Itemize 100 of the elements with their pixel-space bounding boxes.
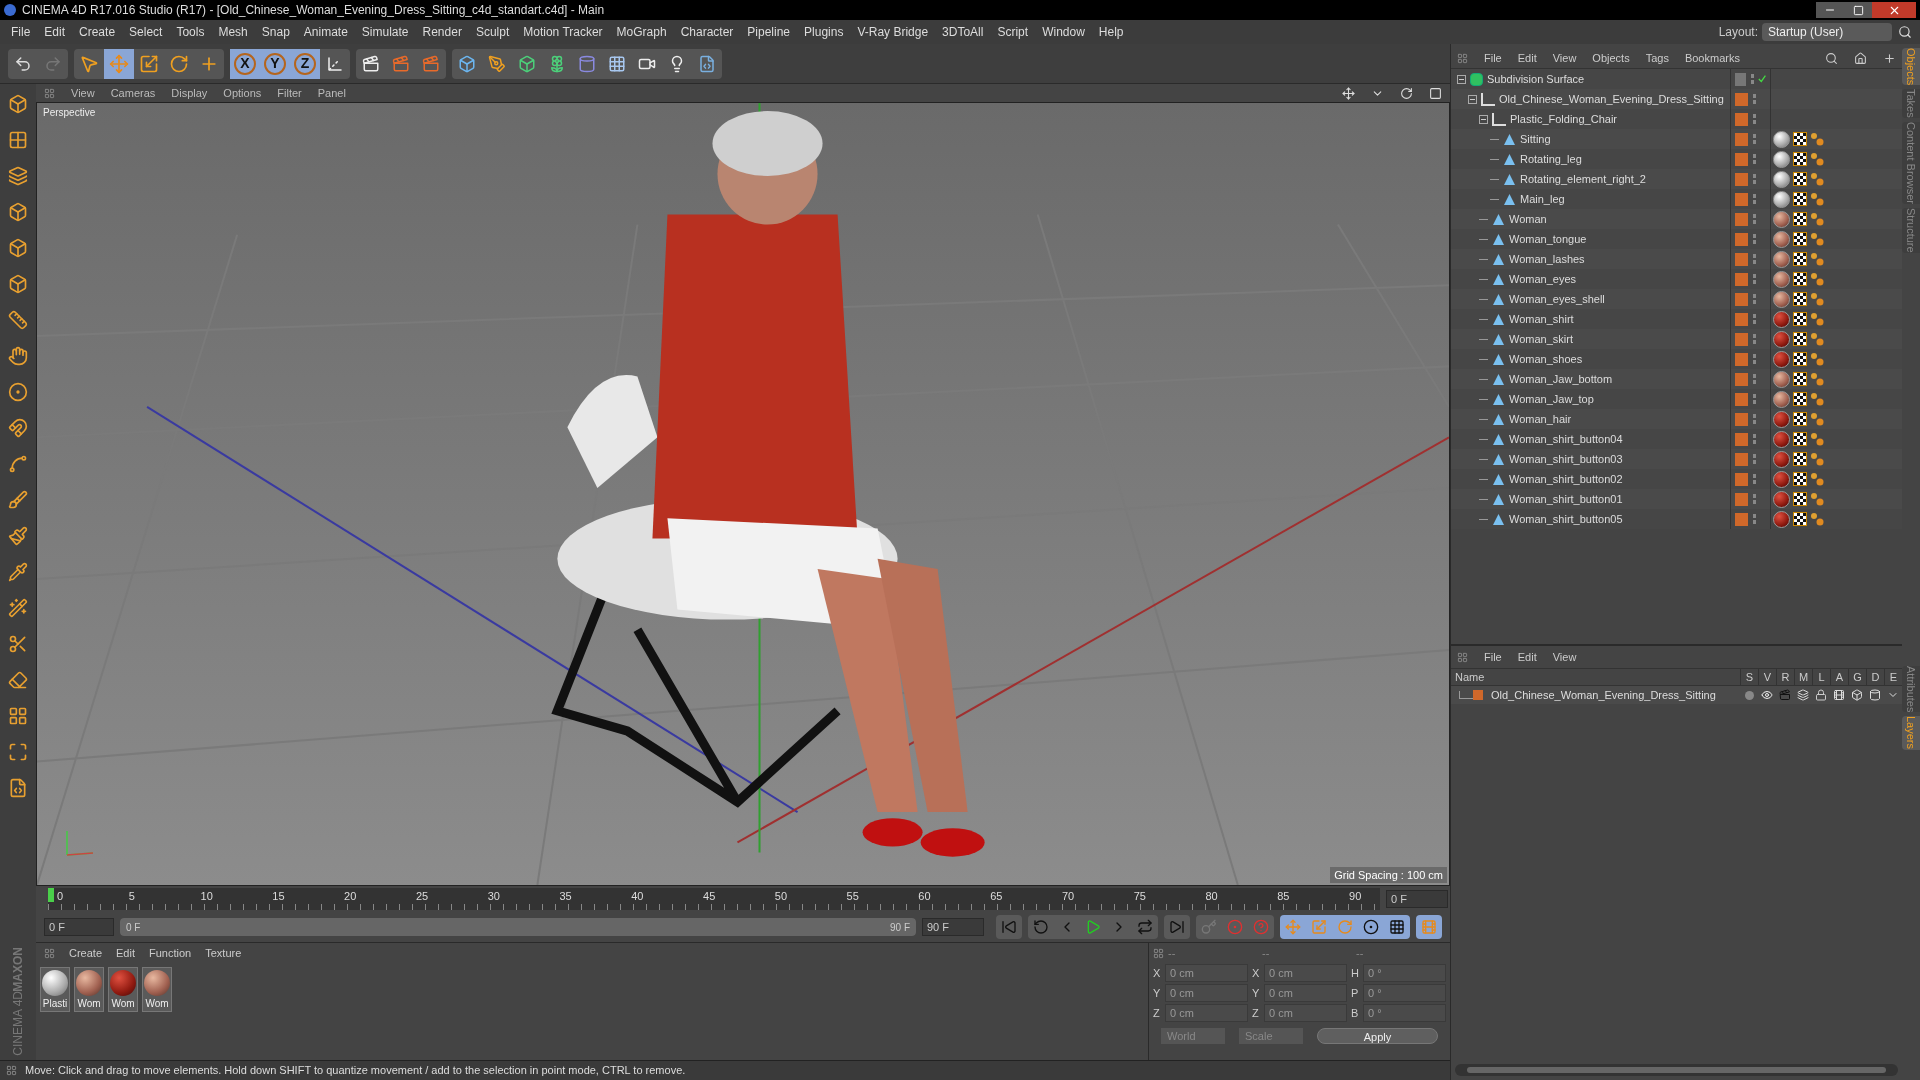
move-tool-button[interactable] — [104, 48, 134, 79]
material-swatch[interactable]: Wom — [142, 967, 172, 1012]
object-name[interactable]: Main_leg — [1520, 190, 1565, 208]
menu-item[interactable]: File — [4, 23, 38, 41]
menu-item[interactable]: Snap — [254, 23, 297, 41]
manager-icon[interactable] — [1794, 689, 1812, 701]
object-menu-item[interactable]: Edit — [1517, 49, 1537, 67]
search-icon[interactable] — [1898, 25, 1912, 39]
menu-item[interactable]: Character — [673, 23, 741, 41]
visibility-dots-icon[interactable] — [1752, 313, 1757, 325]
axis-lock-button[interactable]: Z — [290, 48, 320, 79]
layer-color-icon[interactable] — [1735, 412, 1748, 426]
object-name[interactable]: Woman_shirt — [1509, 310, 1574, 328]
dots-tag-icon[interactable] — [1810, 212, 1824, 226]
side-tab[interactable]: Layers — [1902, 716, 1920, 750]
texture-tag-icon[interactable] — [1793, 232, 1807, 246]
layout-dropdown[interactable]: Startup (User) — [1762, 23, 1892, 41]
visibility-dots-icon[interactable] — [1752, 133, 1757, 145]
visibility-dots-icon[interactable] — [1752, 253, 1757, 265]
home-icon[interactable] — [1854, 51, 1867, 65]
dots-tag-icon[interactable] — [1810, 432, 1824, 446]
material-menu-item[interactable]: Texture — [205, 944, 242, 962]
material-menu-item[interactable]: Function — [149, 944, 192, 962]
visibility-dots-icon[interactable] — [1752, 233, 1757, 245]
texture-tag-icon[interactable] — [1793, 392, 1807, 406]
dots-tag-icon[interactable] — [1810, 492, 1824, 506]
menu-item[interactable]: Simulate — [354, 23, 416, 41]
column-header[interactable]: L — [1812, 668, 1830, 686]
menu-item[interactable]: Sculpt — [468, 23, 517, 41]
layer-color-icon[interactable] — [1735, 132, 1748, 146]
material-swatch[interactable]: Plasti — [40, 967, 70, 1012]
layer-color-icon[interactable] — [1735, 232, 1748, 246]
layer-color-icon[interactable] — [1735, 272, 1748, 286]
object-menu-item[interactable]: Bookmarks — [1684, 49, 1740, 67]
menu-item[interactable]: 3DToAll — [935, 23, 991, 41]
visibility-dots-icon[interactable] — [1752, 293, 1757, 305]
layer-color-icon[interactable] — [1735, 352, 1748, 366]
dots-tag-icon[interactable] — [1810, 512, 1824, 526]
object-name[interactable]: Rotating_leg — [1520, 150, 1582, 168]
object-menu-item[interactable]: Tags — [1645, 49, 1669, 67]
column-header[interactable]: Name — [1451, 668, 1740, 686]
dots-tag-icon[interactable] — [1810, 272, 1824, 286]
viewport-menu-item[interactable]: Filter — [277, 84, 302, 102]
material-swatch[interactable]: Wom — [108, 967, 138, 1012]
dots-tag-icon[interactable] — [1810, 412, 1824, 426]
material-tag-icon[interactable] — [1773, 270, 1790, 288]
layer-color-icon[interactable] — [1735, 432, 1748, 446]
menu-item[interactable]: MoGraph — [609, 23, 674, 41]
layer-color-icon[interactable] — [1735, 172, 1748, 186]
layer-color-icon[interactable] — [1735, 112, 1748, 126]
menu-item[interactable]: Window — [1035, 23, 1092, 41]
visibility-dots-icon[interactable] — [1752, 93, 1757, 105]
search-icon[interactable] — [1825, 51, 1838, 65]
menu-item[interactable]: Select — [122, 23, 170, 41]
material-menu-item[interactable]: Edit — [116, 944, 135, 962]
visibility-dots-icon[interactable] — [1752, 513, 1757, 525]
layer-color-icon[interactable] — [1735, 212, 1748, 226]
dots-tag-icon[interactable] — [1810, 192, 1824, 206]
layer-menu-item[interactable]: Edit — [1517, 648, 1537, 666]
column-header[interactable]: D — [1866, 668, 1884, 686]
dots-tag-icon[interactable] — [1810, 152, 1824, 166]
eye-icon[interactable] — [1758, 689, 1776, 701]
dots-tag-icon[interactable] — [1810, 332, 1824, 346]
texture-tag-icon[interactable] — [1793, 512, 1807, 526]
close-icon[interactable] — [1872, 2, 1916, 18]
column-header[interactable]: R — [1776, 668, 1794, 686]
material-tag-icon[interactable] — [1773, 230, 1790, 248]
layer-color-icon[interactable] — [1735, 372, 1748, 386]
menu-item[interactable]: Render — [415, 23, 469, 41]
playhead-marker[interactable] — [48, 888, 54, 902]
viewport-menu-item[interactable]: Display — [171, 84, 208, 102]
visibility-dots-icon[interactable] — [1752, 333, 1757, 345]
object-name[interactable]: Subdivision Surface — [1487, 70, 1585, 88]
object-name[interactable]: Woman_shoes — [1509, 350, 1583, 368]
material-tag-icon[interactable] — [1773, 130, 1790, 148]
dots-tag-icon[interactable] — [1810, 472, 1824, 486]
layer-color-icon[interactable] — [1735, 152, 1748, 166]
texture-tag-icon[interactable] — [1793, 172, 1807, 186]
current-frame-field[interactable]: 0 F — [1386, 890, 1448, 908]
collapse-toggle[interactable] — [1457, 74, 1466, 84]
layer-color-icon[interactable] — [1735, 292, 1748, 306]
object-name[interactable]: Woman_eyes_shell — [1509, 290, 1605, 308]
layer-menu-item[interactable]: File — [1484, 648, 1502, 666]
object-name[interactable]: Plastic_Folding_Chair — [1510, 110, 1617, 128]
layer-color-icon[interactable] — [1735, 192, 1748, 206]
menu-item[interactable]: Pipeline — [740, 23, 798, 41]
visibility-dots-icon[interactable] — [1749, 73, 1754, 85]
pan-icon[interactable] — [1342, 86, 1355, 100]
object-name[interactable]: Woman_Jaw_top — [1509, 390, 1594, 408]
dots-tag-icon[interactable] — [1810, 252, 1824, 266]
new-view-icon[interactable] — [1883, 51, 1896, 65]
layer-color-icon[interactable] — [1735, 312, 1748, 326]
visibility-dots-icon[interactable] — [1752, 193, 1757, 205]
texture-tag-icon[interactable] — [1793, 472, 1807, 486]
menu-item[interactable]: Edit — [37, 23, 73, 41]
menu-item[interactable]: Plugins — [797, 23, 851, 41]
texture-tag-icon[interactable] — [1793, 212, 1807, 226]
end-frame-field[interactable]: 90 F — [922, 918, 984, 936]
column-header[interactable]: A — [1830, 668, 1848, 686]
material-swatch[interactable]: Wom — [74, 967, 104, 1012]
